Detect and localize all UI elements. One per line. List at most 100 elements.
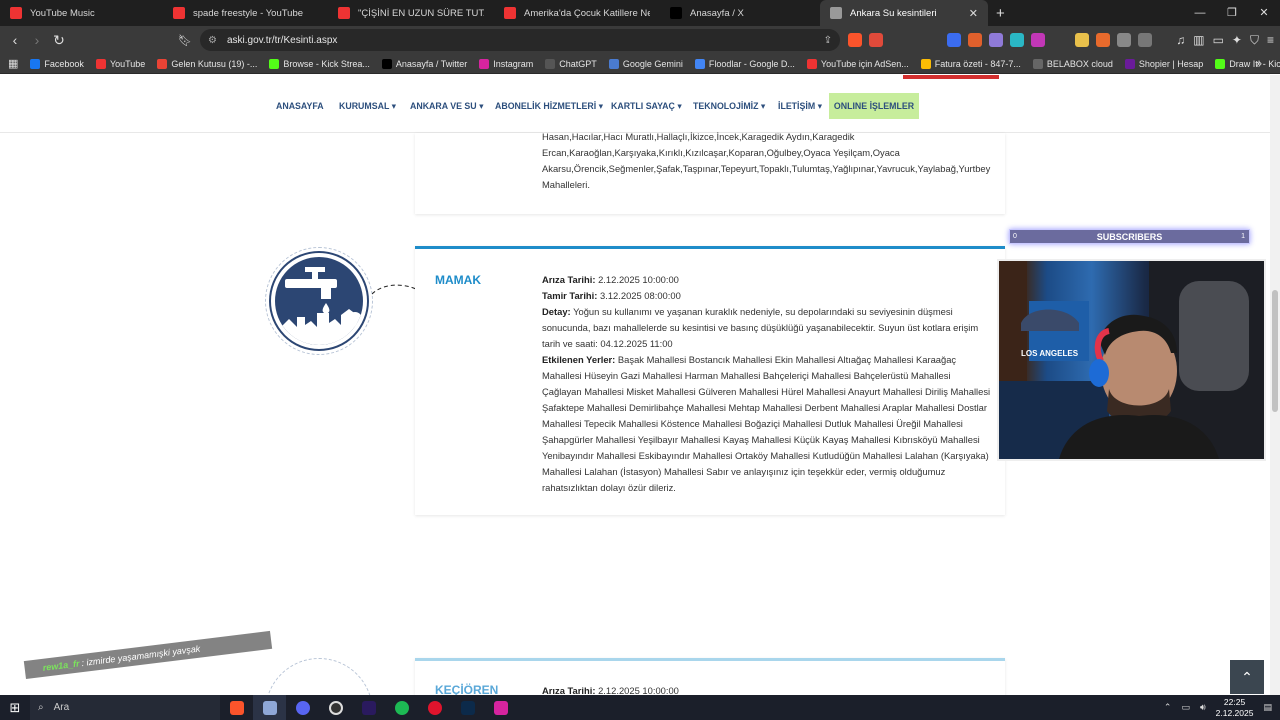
bookmark-item[interactable]: BELABOX cloud: [1032, 58, 1113, 69]
extension-icon[interactable]: [1010, 33, 1024, 47]
online-islemler-button[interactable]: ONLINE İŞLEMLER: [829, 93, 919, 119]
tab-favicon-icon: [670, 7, 682, 19]
taskbar-premiere[interactable]: [352, 695, 385, 720]
bookmark-icon[interactable]: 🔖︎: [174, 34, 196, 47]
affected-places-line: Ercan,Karaoğlan,Karşıyaka,Kırıklı,Kızılc…: [542, 147, 900, 158]
site-info-icon[interactable]: ⚙: [208, 35, 217, 46]
bookmark-item[interactable]: Browse - Kick Strea...: [269, 58, 370, 69]
bookmark-item[interactable]: Google Gemini: [608, 58, 683, 69]
new-tab-button[interactable]: +: [996, 5, 1005, 22]
nav-item[interactable]: KARTLI SAYAÇ ▾: [611, 101, 682, 112]
start-icon[interactable]: ⊞: [0, 700, 30, 716]
bookmark-item[interactable]: YouTube için AdSen...: [806, 58, 909, 69]
outage-card-mamak: MAMAK Arıza Tarihi: 2.12.2025 10:00:00 T…: [415, 246, 1005, 515]
tab-title: Anasayfa / X: [690, 7, 744, 19]
system-tray: ⌃ ▭ 🔊︎ 22:25 2.12.2025 ▤: [1164, 695, 1280, 720]
menu-icon[interactable]: ≡: [1267, 33, 1274, 47]
bookmark-favicon-icon: [545, 58, 556, 69]
chevron-up-icon[interactable]: ⌃: [1164, 702, 1172, 713]
browser-tab[interactable]: YouTube Music: [0, 0, 163, 26]
browser-tab[interactable]: "ÇİŞİNİ EN UZUN SÜRE TUTAN KAZA: [328, 0, 494, 26]
browser-tab[interactable]: Ankara Su kesintileri ✕: [820, 0, 988, 26]
extension-icon[interactable]: [1031, 33, 1045, 47]
streamer-video: [999, 261, 1264, 459]
nav-item[interactable]: ABONELİK HİZMETLERİ ▾: [495, 101, 603, 112]
nav-item[interactable]: ANASAYFA: [276, 101, 324, 111]
bookmark-item[interactable]: Instagram: [479, 58, 533, 69]
close-window-icon[interactable]: ✕: [1248, 0, 1280, 26]
bookmark-favicon-icon: [381, 58, 392, 69]
outage-card-previous: Hasan,Hacılar,Hacı Muratlı,Hallaçlı,İkiz…: [415, 131, 1005, 214]
restore-icon[interactable]: ❐: [1216, 0, 1248, 26]
nav-item[interactable]: ANKARA VE SU ▾: [410, 101, 484, 112]
close-tab-icon[interactable]: ✕: [961, 7, 978, 20]
extension-icon[interactable]: [947, 33, 961, 47]
browser-tab[interactable]: Amerika'da Çocuk Katillere Ne Yapılır: [494, 0, 660, 26]
bookmark-item[interactable]: Gelen Kutusu (19) -...: [157, 58, 257, 69]
bookmarks-bar: ▦ Facebook YouTube Gelen Kutusu (19) -... B…: [0, 54, 1280, 74]
outage-card-kecioren: KEÇİÖREN Arıza Tarihi: 2.12.2025 10:00:0…: [415, 658, 1005, 695]
network-icon[interactable]: ▭: [1181, 702, 1190, 713]
extension-icon[interactable]: [1096, 33, 1110, 47]
tab-title: Amerika'da Çocuk Katillere Ne Yapılır: [524, 7, 650, 19]
address-bar[interactable]: ⚙ aski.gov.tr/tr/Kesinti.aspx ⇪: [200, 29, 840, 51]
brave-rewards-icon[interactable]: [869, 33, 883, 47]
clock[interactable]: 22:25 2.12.2025: [1216, 697, 1254, 719]
extension-icon[interactable]: [1138, 33, 1152, 47]
browser-tab[interactable]: Anasayfa / X: [660, 0, 820, 26]
nav-item[interactable]: KURUMSAL ▾: [339, 101, 396, 112]
taskbar-app[interactable]: [253, 695, 286, 720]
share-icon[interactable]: ⇪: [824, 35, 832, 46]
bookmark-item[interactable]: ChatGPT: [545, 58, 597, 69]
nav-item[interactable]: TEKNOLOJİMİZ ▾: [693, 101, 765, 112]
bookmark-favicon-icon: [1032, 58, 1043, 69]
taskbar-photoshop[interactable]: [451, 695, 484, 720]
bookmark-item[interactable]: Anasayfa / Twitter: [381, 58, 467, 69]
outage-details: Arıza Tarihi: 2.12.2025 10:00:00 Tamir T…: [542, 274, 991, 493]
cap-text: LOS ANGELES: [1021, 349, 1079, 358]
affected-places-line: Akarsu,Örencik,Seğmenler,Şafak,Taşpınar,…: [542, 163, 991, 174]
extension-icon[interactable]: [1075, 33, 1089, 47]
more-bookmarks-icon[interactable]: »: [1256, 58, 1262, 70]
extension-icon[interactable]: [968, 33, 982, 47]
taskbar-spotify[interactable]: [385, 695, 418, 720]
volume-icon[interactable]: 🔊︎: [1200, 702, 1206, 713]
bookmark-item[interactable]: YouTube: [95, 58, 145, 69]
taskbar-discord[interactable]: [286, 695, 319, 720]
nav-item[interactable]: İLETİŞİM ▾: [778, 101, 822, 112]
back-icon[interactable]: ‹: [4, 32, 26, 48]
extension-icons: [848, 26, 1152, 54]
extension-icon[interactable]: [989, 33, 1003, 47]
page-scrollbar[interactable]: [1270, 75, 1280, 695]
bookmark-item[interactable]: Fatura özeti - 847-7...: [920, 58, 1021, 69]
brave-shield-icon[interactable]: [848, 33, 862, 47]
bookmark-item[interactable]: Facebook: [30, 58, 84, 69]
wallet-icon[interactable]: ▭: [1213, 33, 1224, 47]
sidebar-icon[interactable]: ▥: [1193, 33, 1204, 47]
media-icon[interactable]: ♫: [1176, 33, 1185, 47]
leo-icon[interactable]: ✦: [1232, 33, 1242, 47]
browser-tab[interactable]: spade freestyle - YouTube: [163, 0, 328, 26]
bookmark-favicon-icon: [95, 58, 106, 69]
puzzle-icon[interactable]: [1117, 33, 1131, 47]
taskbar-opera[interactable]: [418, 695, 451, 720]
taskbar-brave[interactable]: [220, 695, 253, 720]
reload-icon[interactable]: ↻: [48, 32, 70, 49]
bookmark-item[interactable]: Draw It! - Kick Yayın...: [1215, 58, 1280, 69]
bookmark-favicon-icon: [694, 58, 705, 69]
apps-icon[interactable]: ▦: [8, 57, 18, 70]
bookmark-item[interactable]: Floodlar - Google D...: [694, 58, 795, 69]
bookmark-item[interactable]: Shopier | Hesap: [1124, 58, 1203, 69]
vpn-icon[interactable]: ⛉: [1250, 33, 1259, 48]
back-to-top-button[interactable]: ⌃: [1230, 660, 1264, 694]
forward-icon[interactable]: ›: [26, 32, 48, 48]
bookmark-favicon-icon: [479, 58, 490, 69]
browser-menu-buttons: ♫ ▥ ▭ ✦ ⛉ ≡: [1176, 26, 1274, 54]
notification-icon[interactable]: ▤: [1263, 702, 1272, 713]
tab-favicon-icon: [10, 7, 22, 19]
taskbar-search[interactable]: ⌕ Ara: [30, 695, 220, 720]
windows-taskbar: ⊞ ⌕ Ara ⌃ ▭ 🔊︎ 22:25 2.12.2025 ▤: [0, 695, 1280, 720]
taskbar-obs[interactable]: [319, 695, 352, 720]
minimize-icon[interactable]: —: [1184, 0, 1216, 26]
taskbar-instagram[interactable]: [484, 695, 517, 720]
